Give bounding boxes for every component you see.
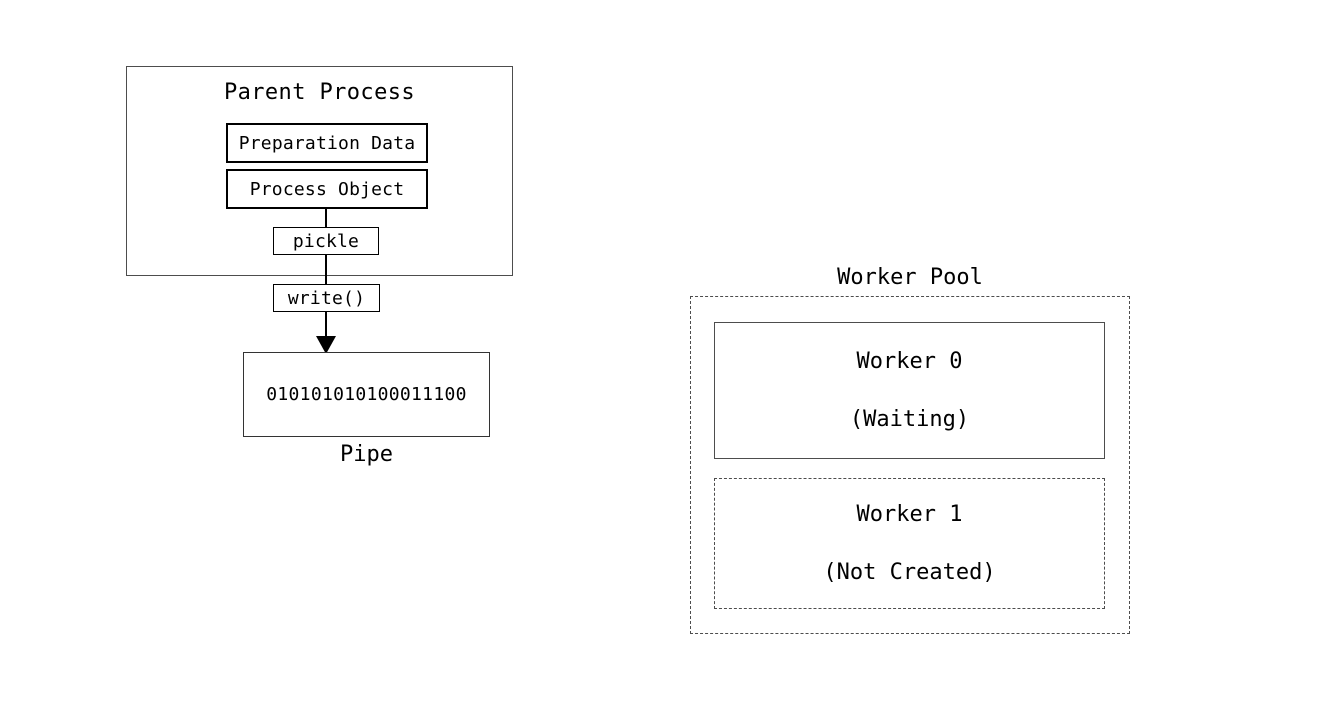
pipe-box: 010101010100011100 bbox=[243, 352, 490, 437]
worker-1-state: (Not Created) bbox=[823, 559, 996, 585]
process-object-label: Process Object bbox=[249, 178, 405, 200]
preparation-data-label: Preparation Data bbox=[238, 132, 416, 154]
worker-pool-title: Worker Pool bbox=[837, 265, 983, 290]
worker-1-box: Worker 1 (Not Created) bbox=[714, 478, 1105, 609]
write-label-box: write() bbox=[273, 284, 380, 312]
write-label: write() bbox=[287, 287, 366, 309]
process-object-box: Process Object bbox=[226, 169, 428, 209]
worker-0-state: (Waiting) bbox=[849, 406, 970, 432]
pipe-caption: Pipe bbox=[340, 442, 393, 467]
worker-1-name: Worker 1 bbox=[856, 501, 963, 527]
pipe-bitstream-text: 010101010100011100 bbox=[266, 384, 467, 405]
worker-0-name: Worker 0 bbox=[856, 348, 963, 374]
worker-0-box: Worker 0 (Waiting) bbox=[714, 322, 1105, 459]
diagram-canvas: Parent Process Preparation Data Process … bbox=[0, 0, 1318, 702]
pickle-label: pickle bbox=[292, 230, 360, 252]
preparation-data-box: Preparation Data bbox=[226, 123, 428, 163]
pickle-label-box: pickle bbox=[273, 227, 379, 255]
parent-process-title: Parent Process bbox=[223, 80, 416, 105]
